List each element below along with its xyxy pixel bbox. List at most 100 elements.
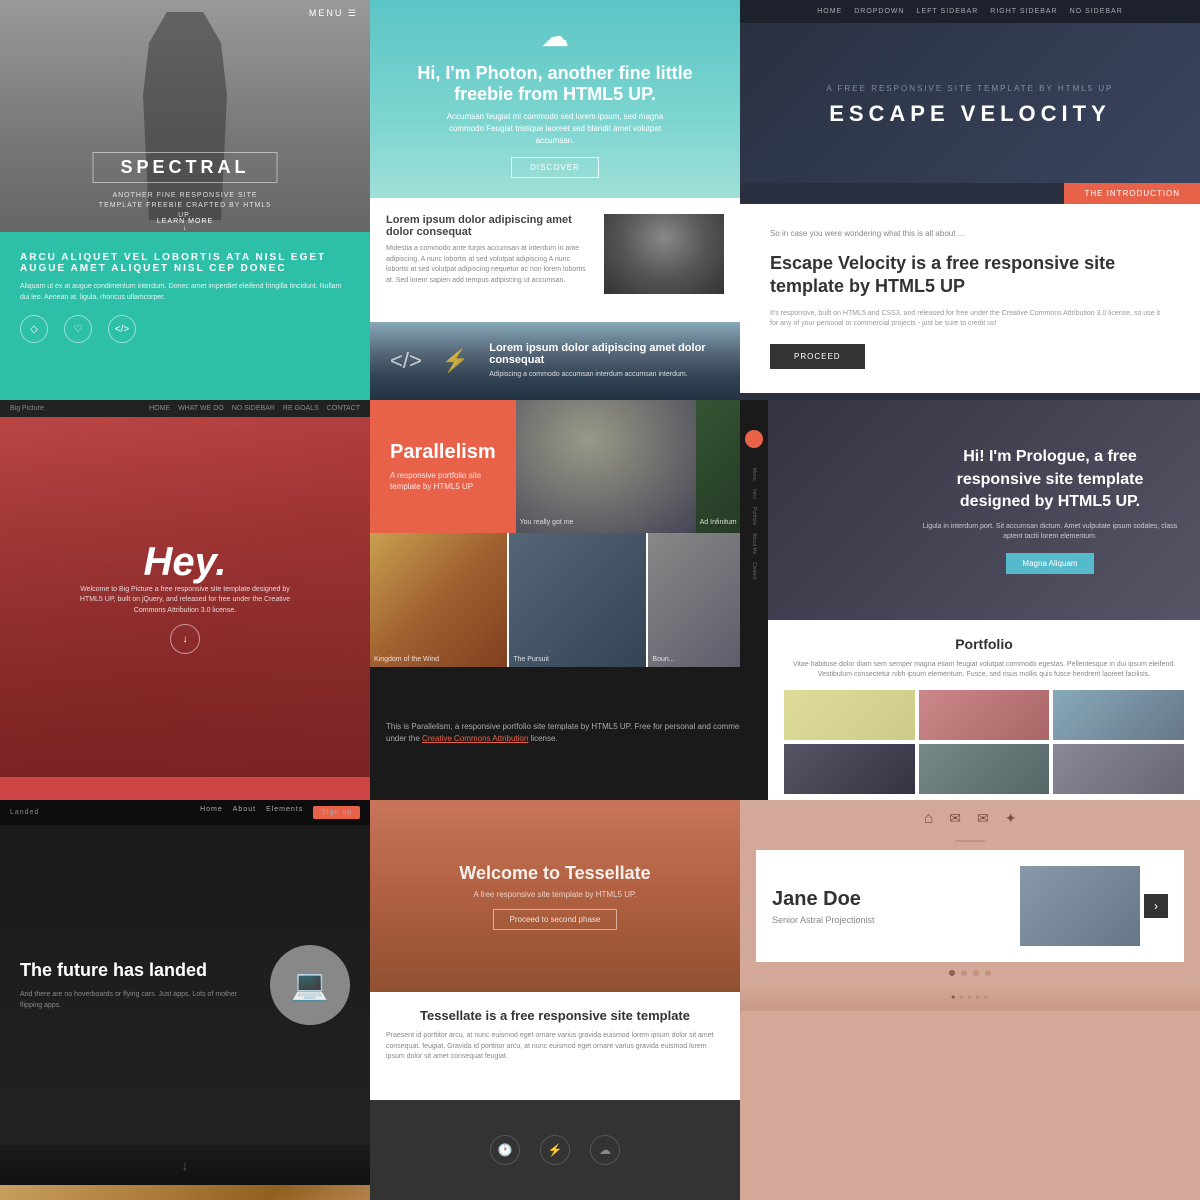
nav-left-sidebar[interactable]: LEFT SIDEBAR [917, 8, 979, 15]
astral-icons-bar[interactable]: ⌂ ✉ ✉ ✦ [740, 800, 1200, 838]
astral-dot-4[interactable] [985, 970, 991, 976]
gallery-caption-2: The Pursuit [513, 656, 549, 663]
landed-hero: The future has landed And there are no h… [0, 825, 370, 1145]
prologue-cell: Menu Intro Portfolio About Me Contact Hi… [740, 400, 1200, 800]
spectral-site-title: SPECTRAL [93, 152, 278, 183]
tessellate-footer: 🕐 ⚡ ☁ [370, 1100, 740, 1200]
sidebar-nav-menu[interactable]: Menu [751, 468, 757, 481]
astral-card-image [1020, 866, 1140, 946]
bp-nav-goals[interactable]: RE GOALS [283, 405, 319, 412]
landed-scroll-arrow[interactable]: ↓ [182, 1157, 189, 1173]
gallery-item-6[interactable] [1053, 744, 1184, 794]
prologue-sidebar: Menu Intro Portfolio About Me Contact [740, 400, 768, 800]
gallery-item-3[interactable] [1053, 690, 1184, 740]
astral-next-arrow[interactable]: › [1144, 894, 1168, 918]
astral-dot-1[interactable] [949, 970, 955, 976]
landed-nav-links[interactable]: Home About Elements Sign up [200, 806, 360, 819]
landed-cell: Landed Home About Elements Sign up The f… [0, 800, 370, 1200]
cloud-footer-icon[interactable]: ☁ [590, 1135, 620, 1165]
sidebar-nav-intro[interactable]: Intro [751, 489, 757, 499]
lightning-icon: ⚡ [442, 348, 469, 374]
tessellate-hero-heading: Welcome to Tessellate [459, 863, 650, 884]
parallelism-title: Parallelism [390, 441, 496, 464]
ev-intro-text: It's responsive, built on HTML5 and CSS3… [770, 309, 1170, 330]
nav-dropdown[interactable]: DROPDOWN [854, 8, 904, 15]
sidebar-nav-about[interactable]: About Me [751, 533, 757, 554]
big-picture-welcome-text: Welcome to Big Picture a free responsive… [75, 585, 295, 617]
photon-section2-text: Adipiscing a commodo accumsan interdum a… [489, 370, 720, 380]
diamond-icon[interactable]: ◇ [20, 315, 48, 343]
landed-nav[interactable]: Landed Home About Elements Sign up [0, 800, 370, 825]
big-picture-hero: Hey. Welcome to Big Picture a free respo… [0, 417, 370, 777]
astral-dot-3[interactable] [973, 970, 979, 976]
landed-hero-heading: The future has landed [20, 959, 250, 982]
escape-velocity-hero: A FREE RESPONSIVE SITE TEMPLATE BY HTML5… [740, 23, 1200, 183]
ev-proceed-button[interactable]: PROCEED [770, 344, 865, 369]
bp-nav-what[interactable]: WHAT WE DO [178, 405, 224, 412]
astral-dot-2[interactable] [961, 970, 967, 976]
landed-signup-button[interactable]: Sign up [313, 806, 360, 819]
spectral-learn-more[interactable]: LEARN MORE↓ [157, 218, 213, 232]
sidebar-nav-portfolio[interactable]: Portfolio [751, 507, 757, 525]
nav-home[interactable]: HOME [817, 8, 842, 15]
ev-intro-section: So in case you were wondering what this … [740, 204, 1200, 393]
gallery-item-4[interactable] [784, 744, 915, 794]
tessellate-hero-subtext: A free responsive site template by HTML5… [459, 890, 650, 899]
spectral-teal-heading: ARCU ALIQUET VEL LOBORTIS ATA NISL EGET … [20, 252, 350, 274]
big-picture-arrow-circle[interactable]: ↓ [170, 624, 200, 654]
gallery-item-5[interactable] [919, 744, 1050, 794]
parallelism-bottom-text: This is Parallelism, a responsive portfo… [386, 721, 740, 745]
prologue-portfolio: Portfolio Vitae habituse dolor diam sem … [768, 620, 1200, 800]
tessellate-hero-button[interactable]: Proceed to second phase [493, 909, 618, 930]
prologue-portfolio-title: Portfolio [784, 636, 1184, 652]
ev-intro-tab[interactable]: THE INTRODUCTION [1064, 183, 1200, 204]
mail-icon[interactable]: ✉ [977, 810, 989, 828]
parallelism-license-link[interactable]: Creative Commons Attribution [422, 734, 528, 743]
landed-nav-about[interactable]: About [233, 806, 256, 819]
bp-nav-sidebar[interactable]: NO SIDEBAR [232, 405, 275, 412]
landed-nav-elements[interactable]: Elements [266, 806, 303, 819]
big-picture-nav[interactable]: HOME WHAT WE DO NO SIDEBAR RE GOALS CONT… [149, 405, 360, 412]
spectral-icon-row: ◇ ♡ </> [20, 315, 350, 343]
gallery-item-2[interactable] [919, 690, 1050, 740]
photon-hero: ☁ Hi, I'm Photon, another fine little fr… [370, 0, 740, 198]
email-icon[interactable]: ✉ [949, 810, 961, 828]
parallelism-cell: Parallelism A responsive portfolio site … [370, 400, 740, 800]
lightning-footer-icon[interactable]: ⚡ [540, 1135, 570, 1165]
star-icon[interactable]: ✦ [1005, 810, 1017, 828]
photon-section1-text: Molestia a commodo ante turpis accumsan … [386, 244, 592, 286]
big-picture-header[interactable]: Big Picture HOME WHAT WE DO NO SIDEBAR R… [0, 400, 370, 417]
cloud-icon: ☁ [541, 20, 569, 53]
tessellate-content-text: Praesent id porttitor arcu, at nunc euis… [386, 1031, 724, 1063]
astral-footer-text: ● ○ ○ ○ ○ [756, 994, 1184, 1001]
spectral-menu[interactable]: MENU ☰ [309, 8, 358, 19]
prologue-hero-text: Hi! I'm Prologue, a free responsive site… [920, 446, 1180, 573]
parallelism-mid-row: Kingdom of the Wind The Pursuit Boun... [370, 533, 740, 666]
parallelism-gallery-3: Boun... [648, 533, 740, 666]
landed-nav-home[interactable]: Home [200, 806, 223, 819]
clock-icon[interactable]: 🕐 [490, 1135, 520, 1165]
tessellate-hero: Welcome to Tessellate A free responsive … [370, 800, 740, 992]
photon-content-section: Lorem ipsum dolor adipiscing amet dolor … [370, 198, 740, 322]
nav-no-sidebar[interactable]: NO SIDEBAR [1070, 8, 1123, 15]
prologue-hero-heading: Hi! I'm Prologue, a free responsive site… [920, 446, 1180, 513]
ev-intro-pre: So in case you were wondering what this … [770, 228, 1170, 240]
photon-discover-button[interactable]: DISCOVER [511, 157, 599, 178]
bp-nav-contact[interactable]: CONTACT [327, 405, 360, 412]
nav-right-sidebar[interactable]: RIGHT SIDEBAR [990, 8, 1057, 15]
astral-card-text: Jane Doe Senior Astral Projectionist [772, 888, 875, 925]
photon-cell: ☁ Hi, I'm Photon, another fine little fr… [370, 0, 740, 400]
prologue-hero-button[interactable]: Magna Aliquam [1006, 553, 1093, 574]
home-icon[interactable]: ⌂ [924, 810, 934, 828]
parallelism-subtitle: A responsive portfolio site template by … [390, 470, 496, 492]
landed-bottom[interactable]: ↓ [0, 1145, 370, 1185]
gallery-item-1[interactable] [784, 690, 915, 740]
escape-velocity-nav[interactable]: HOME DROPDOWN LEFT SIDEBAR RIGHT SIDEBAR… [740, 0, 1200, 23]
sidebar-nav-contact[interactable]: Contact [751, 562, 757, 579]
spectral-subtitle: ANOTHER FINE RESPONSIVE SITE TEMPLATE FR… [93, 191, 278, 220]
heart-icon[interactable]: ♡ [64, 315, 92, 343]
astral-nav-dots[interactable] [740, 962, 1200, 984]
bp-nav-home[interactable]: HOME [149, 405, 170, 412]
code-icon[interactable]: </> [108, 315, 136, 343]
parallelism-bottom: This is Parallelism, a responsive portfo… [370, 667, 740, 800]
